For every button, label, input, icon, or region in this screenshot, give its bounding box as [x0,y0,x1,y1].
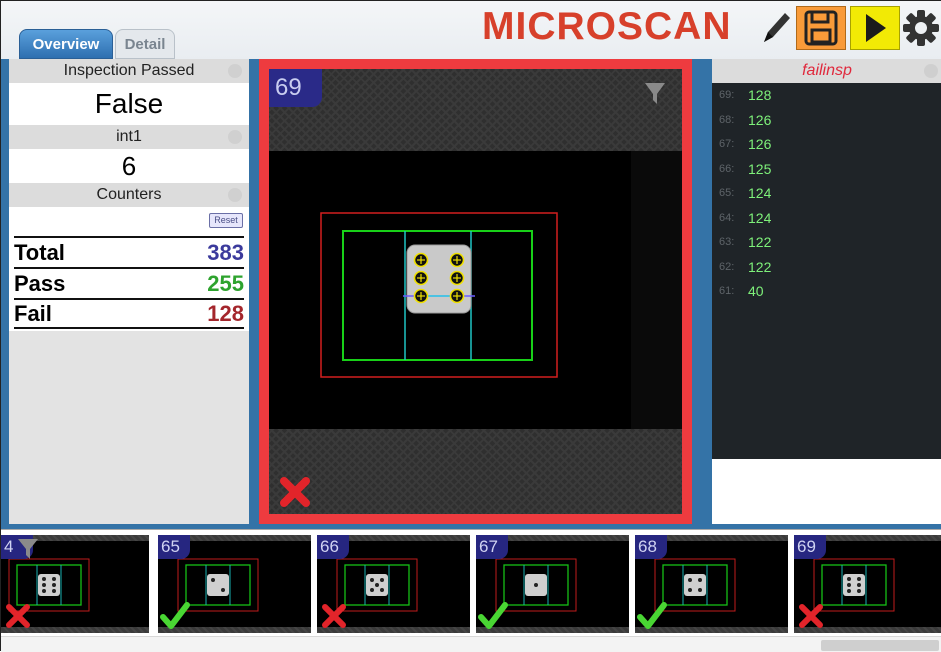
scrollbar-thumb[interactable] [821,640,939,651]
history-value: 40 [748,283,764,300]
list-item: 68: 126 [712,108,941,133]
thumbnail-4[interactable]: 4 [1,535,149,633]
list-item: 61: 40 [712,279,941,304]
list-item: 63: 122 [712,230,941,255]
list-item: 69: 128 [712,83,941,108]
counters-label: Counters [9,183,249,207]
main-image-panel: 69 [259,59,692,524]
thumbnail-number-badge: 69 [794,535,826,559]
pencil-icon [764,13,790,42]
filter-icon[interactable] [644,81,666,107]
inspection-passed-label: Inspection Passed [9,59,249,83]
counters-label-text: Counters [96,186,162,203]
save-icon [804,10,838,46]
counters-table: Reset Total 383 Pass 255 Fail 128 [9,207,249,331]
widget-menu-dot[interactable] [228,64,242,78]
counter-label: Total [14,239,65,265]
inspection-overlay [320,151,682,429]
history-panel-title: failinsp [802,62,852,79]
app-window: Overview Detail MICROSCAN Inspection Pas… [0,0,941,652]
history-list[interactable]: 69: 128 68: 126 67: 126 66: 125 65: 124 64: 12… [712,83,941,459]
thumbnail-67[interactable]: 67 [476,535,629,633]
counter-row-pass: Pass 255 [14,267,244,298]
int1-label-text: int1 [116,128,142,145]
counter-value: 383 [207,239,244,265]
main-image-view[interactable]: 69 [269,69,682,514]
filter-icon[interactable] [17,537,39,561]
history-value: 125 [748,160,772,177]
widget-menu-dot[interactable] [228,188,242,202]
thumbnail-66[interactable]: 66 [317,535,470,633]
history-index: 66: [719,162,735,175]
results-panel: Inspection Passed False int1 6 Counters … [9,59,249,524]
fail-x-icon [799,604,823,628]
top-bar: Overview Detail MICROSCAN [1,1,941,59]
int1-value: 6 [9,149,249,183]
counter-label: Fail [14,300,52,326]
history-panel-footer [712,459,941,524]
counter-value: 128 [207,300,244,326]
counter-value: 255 [207,270,244,296]
history-value: 126 [748,111,772,128]
history-index: 67: [719,138,735,151]
tab-overview[interactable]: Overview [19,29,113,59]
pass-check-icon [160,602,190,629]
list-item: 66: 125 [712,157,941,182]
microscan-logo: MICROSCAN [482,5,732,48]
history-value: 122 [748,258,772,275]
edit-button[interactable] [755,6,795,50]
history-index: 63: [719,236,735,249]
pass-check-icon [478,602,508,629]
save-button[interactable] [796,6,846,50]
settings-button[interactable] [900,6,941,50]
inspection-passed-label-text: Inspection Passed [63,62,195,79]
counter-row-total: Total 383 [14,236,244,267]
list-item: 65: 124 [712,181,941,206]
thumbnail-68[interactable]: 68 [635,535,788,633]
thumbnail-number-badge: 68 [635,535,667,559]
history-index: 69: [719,89,735,102]
thumbnail-strip: 4 65 66 67 68 69 [1,529,941,636]
history-value: 122 [748,234,772,251]
widget-menu-dot[interactable] [924,64,938,78]
fail-x-icon [280,477,310,507]
failinsp-history-panel: failinsp 69: 128 68: 126 67: 126 66: 125 65:… [712,59,941,524]
history-panel-header: failinsp [712,59,941,83]
fail-x-icon [322,604,346,628]
thumbnail-65[interactable]: 65 [158,535,311,633]
counter-row-fail: Fail 128 [14,298,244,329]
history-value: 128 [748,87,772,104]
history-index: 61: [719,285,735,298]
history-index: 65: [719,187,735,200]
pass-check-icon [637,602,667,629]
camera-image[interactable] [269,151,682,429]
list-item: 67: 126 [712,132,941,157]
list-item: 64: 124 [712,206,941,231]
workspace: Inspection Passed False int1 6 Counters … [1,59,941,529]
widget-menu-dot[interactable] [228,130,242,144]
fail-x-icon [6,604,30,628]
history-value: 124 [748,185,772,202]
counter-label: Pass [14,270,66,296]
play-icon [866,14,886,42]
history-value: 126 [748,136,772,153]
history-value: 124 [748,209,772,226]
tab-detail[interactable]: Detail [115,29,175,59]
reset-button[interactable]: Reset [209,213,243,228]
horizontal-scrollbar[interactable] [1,636,941,652]
history-index: 68: [719,113,735,126]
inspection-number-badge: 69 [269,69,322,107]
history-index: 62: [719,260,735,273]
thumbnail-number-badge: 66 [317,535,349,559]
list-item: 62: 122 [712,255,941,280]
thumbnail-number-badge: 65 [158,535,190,559]
thumbnail-69[interactable]: 69 [794,535,941,633]
history-index: 64: [719,211,735,224]
inspection-passed-value: False [9,83,249,125]
gear-icon [902,10,939,46]
run-button[interactable] [850,6,900,50]
thumbnail-number-badge: 67 [476,535,508,559]
int1-label: int1 [9,125,249,149]
